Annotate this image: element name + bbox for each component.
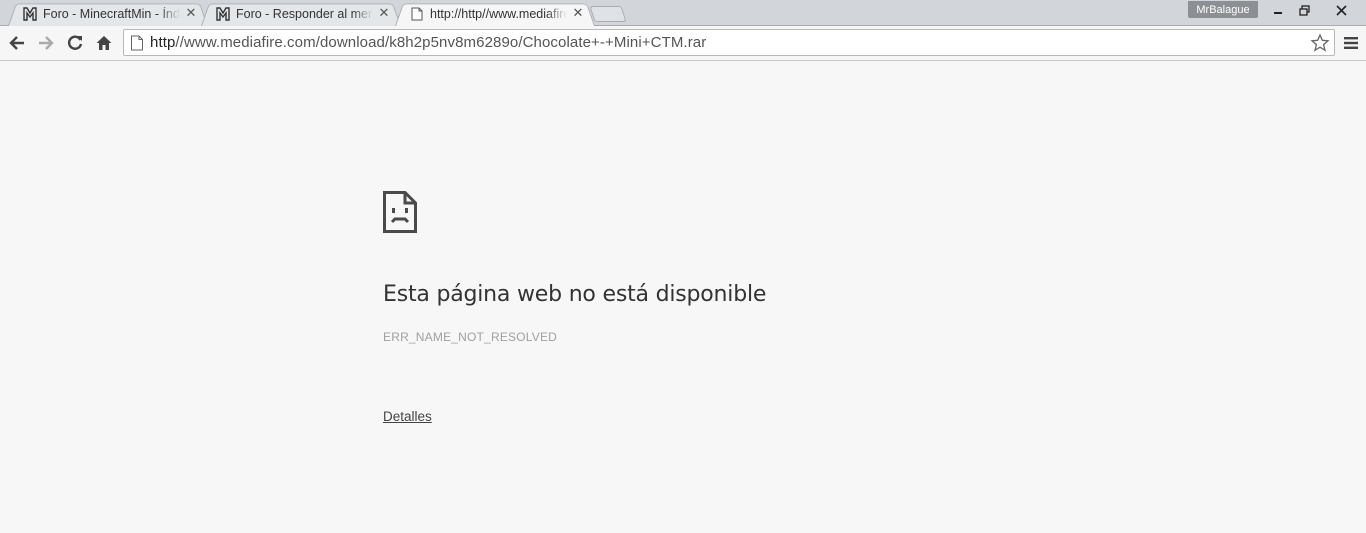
error-code: ERR_NAME_NOT_RESOLVED xyxy=(383,330,558,344)
close-tab-icon[interactable]: ✕ xyxy=(571,6,585,21)
reload-icon[interactable] xyxy=(63,31,87,55)
error-title: Esta página web no está disponible xyxy=(383,282,767,307)
menu-hamburger-icon[interactable] xyxy=(1340,32,1362,54)
sad-page-icon xyxy=(383,191,417,233)
tab-minecraftmin-index[interactable]: Foro - MinecraftMin - Índice ✕ xyxy=(8,1,208,27)
tab-title: Foro - Responder al mensaje xyxy=(236,6,373,21)
url-scheme: http xyxy=(150,34,176,51)
close-tab-icon[interactable]: ✕ xyxy=(184,6,198,21)
url-rest: //www.mediafire.com/download/k8h2p5nv8m6… xyxy=(175,34,707,51)
url-text[interactable]: http//www.mediafire.com/download/k8h2p5n… xyxy=(150,34,1304,51)
close-icon[interactable] xyxy=(1324,0,1358,20)
tab-mediafire-active[interactable]: http://http//www.mediafire.com ✕ xyxy=(395,1,595,27)
browser-toolbar: http//www.mediafire.com/download/k8h2p5n… xyxy=(0,26,1366,61)
close-tab-icon[interactable]: ✕ xyxy=(377,6,391,21)
forward-arrow-icon[interactable] xyxy=(34,31,58,55)
home-icon[interactable] xyxy=(92,31,116,55)
tab-title: http://http//www.mediafire.com xyxy=(430,6,567,21)
minecraftmin-favicon-icon xyxy=(215,6,231,22)
bookmark-star-icon[interactable] xyxy=(1310,33,1330,53)
tab-title: Foro - MinecraftMin - Índice xyxy=(43,6,180,21)
minecraftmin-favicon-icon xyxy=(22,6,38,22)
page-icon xyxy=(130,35,144,51)
page-icon xyxy=(409,6,425,22)
tab-responder-mensaje[interactable]: Foro - Responder al mensaje ✕ xyxy=(201,1,401,27)
minimize-icon[interactable] xyxy=(1264,0,1292,20)
error-page: Esta página web no está disponible ERR_N… xyxy=(0,62,1366,533)
address-bar[interactable]: http//www.mediafire.com/download/k8h2p5n… xyxy=(123,29,1335,56)
profile-badge[interactable]: MrBalague xyxy=(1188,1,1258,18)
restore-icon[interactable] xyxy=(1290,0,1318,20)
details-link[interactable]: Detalles xyxy=(383,409,432,424)
back-arrow-icon[interactable] xyxy=(5,31,29,55)
tab-strip: Foro - MinecraftMin - Índice ✕ Foro - Re… xyxy=(0,0,1366,27)
